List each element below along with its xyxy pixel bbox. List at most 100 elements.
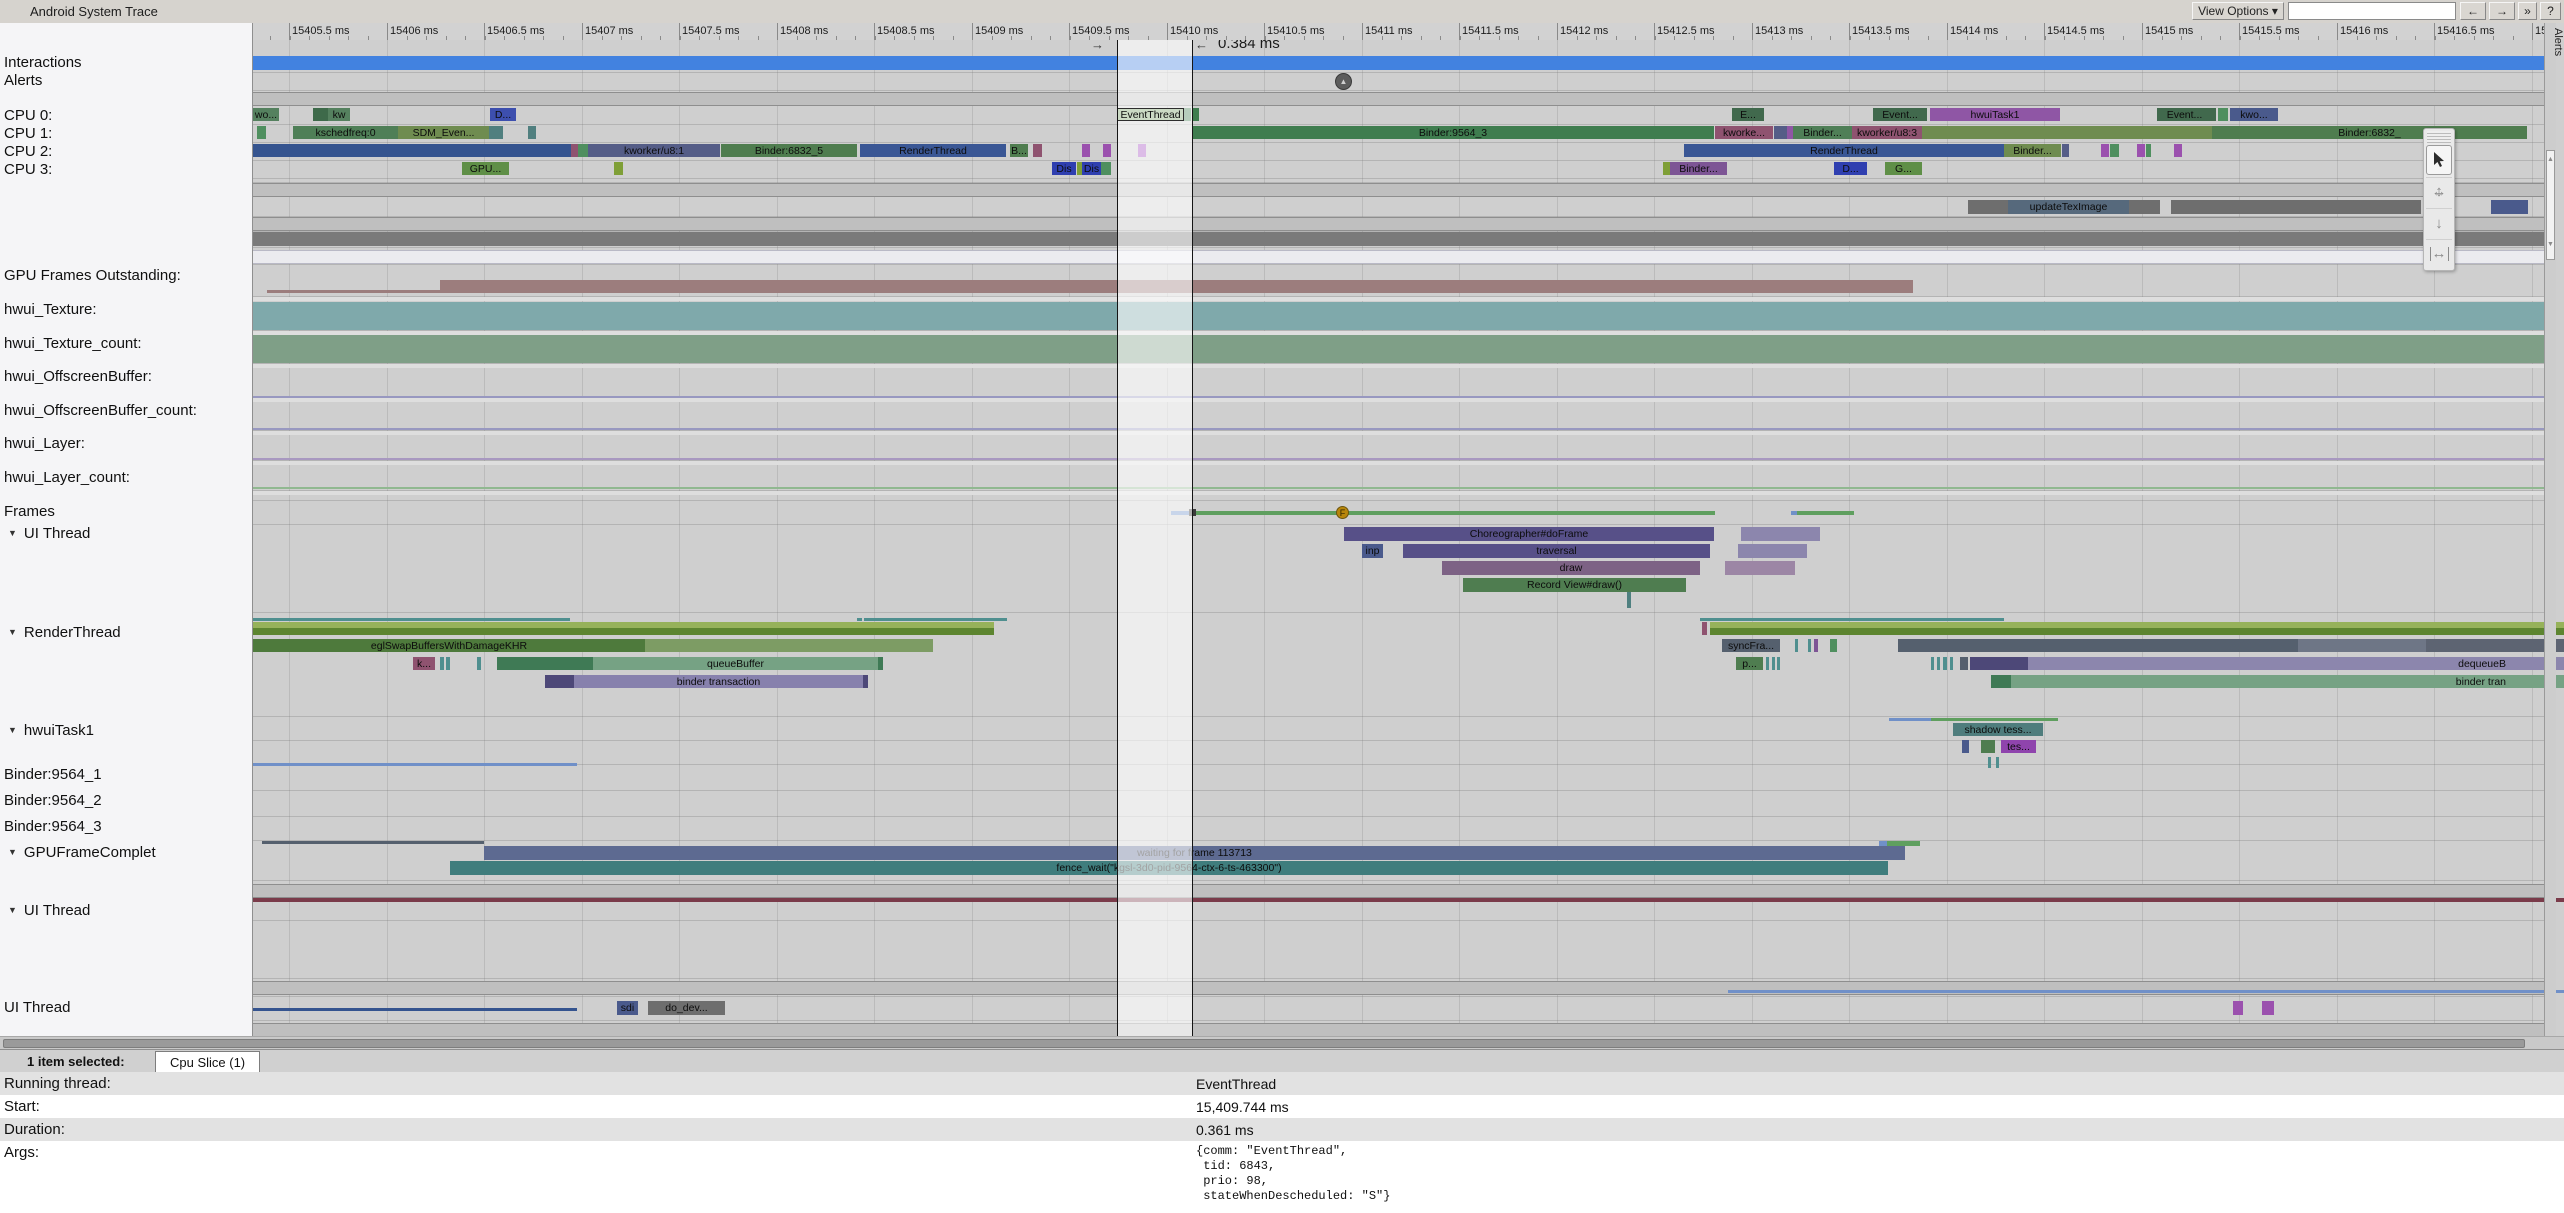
trace-slice[interactable] [1981,740,1995,753]
trace-slice[interactable] [253,428,2544,430]
scroll-down-icon[interactable]: ▼ [2546,241,2555,248]
trace-slice[interactable]: Binder... [1670,162,1727,175]
trace-slice[interactable]: syncFra... [1722,639,1780,652]
chevron-down-icon[interactable]: ▼ [8,725,17,735]
sidebar-item-frames[interactable]: Frames [4,503,55,520]
trace-slice[interactable]: Event... [2157,108,2212,121]
trace-slice[interactable] [1741,527,1820,541]
trace-slice[interactable] [1192,511,1715,515]
trace-slice[interactable] [253,302,2544,330]
sidebar-item-gpuframecomplet[interactable]: ▼GPUFrameComplet [8,844,156,861]
trace-slice[interactable] [1996,757,1999,768]
trace-slice[interactable] [1814,639,1818,652]
trace-slice[interactable] [253,618,570,621]
trace-slice[interactable] [2129,200,2160,214]
timing-tool-button[interactable]: ↔ [2426,239,2452,268]
trace-slice[interactable]: D... [490,108,516,121]
trace-slice[interactable] [1797,511,1854,515]
trace-slice[interactable]: do_dev... [648,1001,725,1015]
sidebar-item-renderthread[interactable]: ▼RenderThread [8,624,121,641]
trace-slice[interactable] [2174,144,2182,157]
trace-slice[interactable] [257,126,266,139]
trace-slice[interactable]: Binder:6832_5 [721,144,857,157]
trace-slice[interactable]: Event... [1873,108,1927,121]
trace-slice[interactable] [1774,126,1787,139]
process-header-process-0[interactable]: ▶Process 0 [0,217,2544,231]
trace-slice[interactable] [1777,657,1780,670]
trace-slice[interactable]: GPU... [462,162,509,175]
trace-slice[interactable] [477,657,481,670]
trace-slice[interactable]: Dis [1082,162,1101,175]
trace-slice[interactable] [253,56,2544,70]
trace-slice[interactable] [1663,162,1670,175]
process-header-mdss-fb0-pid-6848[interactable]: ▼mdss_fb0 (pid 6848) [0,884,2544,898]
alert-marker-icon[interactable]: ▲ [1335,73,1352,90]
sidebar-item-hwuitask1[interactable]: ▼hwuiTask1 [8,722,94,739]
trace-slice[interactable] [1103,144,1111,157]
trace-slice[interactable]: B... [1010,144,1028,157]
trace-slice[interactable]: updateTexImage [2008,200,2129,214]
trace-slice[interactable] [1830,639,1837,652]
trace-slice[interactable]: wo... [253,108,279,121]
sidebar-item-ui-thread[interactable]: ▼UI Thread [8,525,90,542]
sidebar-item-cpu-3[interactable]: CPU 3: [4,161,52,178]
sidebar-item-hwui-texture[interactable]: hwui_Texture: [4,301,97,318]
trace-slice[interactable]: inp [1362,544,1383,558]
chevron-down-icon[interactable]: ▼ [8,905,17,915]
trace-slice[interactable] [1970,657,2028,670]
toolbar-grip-handle[interactable] [2427,131,2451,143]
trace-slice[interactable] [253,396,2544,398]
trace-slice[interactable] [446,657,450,670]
trace-slice[interactable] [1960,657,1968,670]
trace-slice[interactable] [1725,561,1795,575]
trace-slice[interactable] [1922,126,2212,139]
trace-slice[interactable] [1808,639,1811,652]
selected-slice-eventthread[interactable]: EventThread [1117,108,1184,121]
trace-slice[interactable] [1968,200,2008,214]
back-button[interactable]: ← [2460,2,2486,20]
trace-slice[interactable]: kworker/u8:1 [588,144,720,157]
trace-slice[interactable]: kwo... [2230,108,2278,121]
trace-slice[interactable] [253,898,2564,902]
trace-slice[interactable] [1082,144,1090,157]
trace-slice[interactable] [1795,639,1798,652]
trace-slice[interactable] [614,162,623,175]
sidebar-item-alerts[interactable]: Alerts [4,72,42,89]
trace-slice[interactable] [2137,144,2145,157]
process-header-kworker-u8-5-pid-9667[interactable]: ▼kworker/u8:5 (pid 9667) [0,1023,2544,1036]
forward-button[interactable]: → [2489,2,2515,20]
trace-slice[interactable] [1991,675,2011,688]
trace-slice[interactable] [1700,618,2004,621]
more-button[interactable]: » [2518,2,2537,20]
trace-slice[interactable] [864,618,1007,621]
chevron-down-icon[interactable]: ▼ [8,847,17,857]
trace-slice[interactable] [253,335,2544,363]
trace-slice[interactable]: D... [1834,162,1867,175]
selection-line-right[interactable] [1192,40,1193,1036]
trace-slice[interactable]: eglSwapBuffersWithDamageKHR [253,639,645,652]
trace-slice[interactable]: kworker/u8:3 [1852,126,1922,139]
tab-cpu-slice[interactable]: Cpu Slice (1) [155,1051,260,1072]
trace-slice[interactable]: tes... [2001,740,2036,753]
timeline-tracks[interactable]: ▶Kernel▶SurfaceFlinger (pid 6832)▶Proces… [0,40,2564,1036]
trace-slice[interactable] [2062,144,2069,157]
trace-slice[interactable] [878,657,883,670]
view-options-button[interactable]: View Options ▾ [2192,2,2284,20]
trace-slice[interactable]: kschedfreq:0 [293,126,398,139]
sidebar-item-gpu-frames-outstanding[interactable]: GPU Frames Outstanding: [4,267,181,284]
trace-slice[interactable] [2298,639,2426,652]
trace-slice[interactable]: SDM_Even... [398,126,489,139]
trace-slice[interactable] [253,458,2544,460]
trace-slice[interactable]: draw [1442,561,1700,575]
trace-slice[interactable] [1889,718,1931,721]
trace-slice[interactable]: kworke... [1715,126,1773,139]
trace-slice[interactable]: binder transaction [574,675,863,688]
sidebar-item-hwui-offscreenbuffer-count[interactable]: hwui_OffscreenBuffer_count: [4,402,197,419]
trace-slice[interactable] [2146,144,2151,157]
trace-slice[interactable] [2171,200,2421,214]
trace-slice[interactable]: Binder... [2004,144,2061,157]
trace-slice[interactable]: sdi [617,1001,638,1015]
trace-slice[interactable] [1943,657,1947,670]
trace-slice[interactable] [253,1008,577,1011]
search-input[interactable] [2288,2,2456,20]
